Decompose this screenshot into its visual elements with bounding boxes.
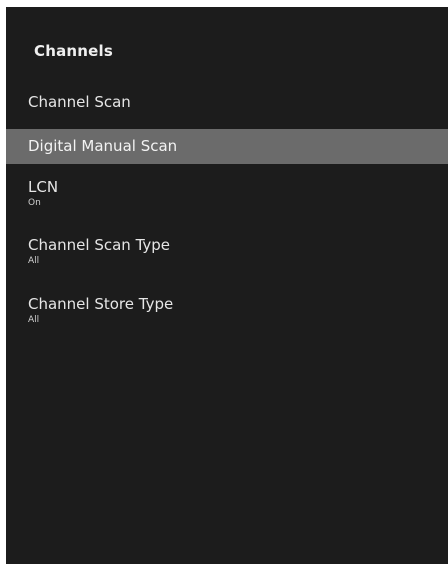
panel-title: Channels — [34, 42, 114, 60]
menu-item-label: Channel Scan Type — [28, 236, 171, 254]
menu-item-lcn[interactable]: LCN On — [6, 173, 448, 219]
menu-item-value: All — [28, 256, 40, 266]
menu-item-digital-manual-scan[interactable]: Digital Manual Scan — [6, 129, 448, 164]
channels-settings-panel: Channels Channel Scan Digital Manual Sca… — [6, 7, 448, 564]
menu-item-value: All — [28, 315, 40, 325]
menu-item-channel-store-type[interactable]: Channel Store Type All — [6, 290, 448, 336]
menu-item-label: Channel Scan — [28, 93, 131, 111]
menu-item-channel-scan[interactable]: Channel Scan — [6, 87, 448, 121]
menu-item-value: On — [28, 198, 41, 208]
menu-item-label: Channel Store Type — [28, 295, 174, 313]
menu-item-channel-scan-type[interactable]: Channel Scan Type All — [6, 231, 448, 277]
menu-item-label: Digital Manual Scan — [28, 137, 178, 155]
menu-item-label: LCN — [28, 178, 59, 196]
